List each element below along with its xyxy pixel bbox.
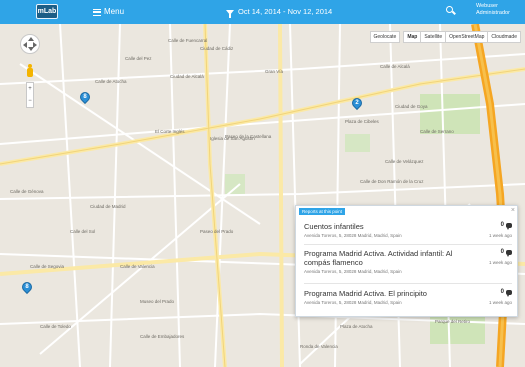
search-button[interactable] (446, 6, 456, 16)
report-marker[interactable]: 8 (77, 89, 93, 106)
comment-count: 0 (501, 222, 512, 230)
street-label: Plaza de Cibeles (345, 119, 379, 124)
report-title[interactable]: Programa Madrid Activa. Actividad infant… (304, 249, 474, 267)
pan-right-icon[interactable] (33, 42, 37, 48)
street-label: Paseo del Prado (200, 229, 234, 234)
report-item[interactable]: Programa Madrid Activa. Actividad infant… (304, 249, 512, 275)
report-title[interactable]: Programa Madrid Activa. El principito (304, 289, 474, 298)
street-label: Calle de Velázquez (385, 159, 424, 164)
report-marker[interactable]: 2 (349, 95, 365, 112)
comment-icon (506, 289, 512, 297)
street-label: Calle de Génova (10, 189, 44, 194)
street-label: Ciudad de Madrid (90, 204, 126, 209)
report-address: Avenida Toreros, 5, 28028 Madrid, Madrid… (304, 300, 402, 305)
street-label: Museo del Prado (140, 299, 175, 304)
report-item[interactable]: Cuentos infantiles 0 Avenida Toreros, 5,… (304, 222, 512, 239)
map-type-satellite[interactable]: Satellite (420, 31, 447, 43)
report-time: 1 week ago (488, 260, 512, 265)
street-label: Calle de Don Ramón de la Cruz (360, 179, 424, 184)
report-marker[interactable]: 8 (19, 279, 35, 296)
street-label: Parque del Retiro (435, 319, 471, 324)
user-menu[interactable]: Webuser Administrador (476, 3, 522, 17)
report-item[interactable]: Programa Madrid Activa. El principito 0 … (304, 289, 512, 306)
popup-tag: Reports at this point (299, 208, 346, 215)
date-range-text: Oct 14, 2014 - Nov 12, 2014 (238, 7, 333, 16)
filter-icon (226, 9, 234, 18)
street-label: Ronda de Valencia (300, 344, 338, 349)
report-address: Avenida Toreros, 5, 28028 Madrid, Madrid… (304, 269, 402, 274)
street-label: Ciudad de Cádiz (200, 46, 234, 51)
geolocate-button[interactable]: Geolocate (369, 31, 401, 43)
map-type-cloudmade[interactable]: Cloudmade (487, 31, 521, 43)
user-role: Administrador (476, 10, 510, 16)
app-logo[interactable]: mLab (36, 4, 58, 19)
date-filter[interactable]: Oct 14, 2014 - Nov 12, 2014 (226, 5, 332, 19)
pan-control[interactable] (20, 34, 40, 54)
popup-header: Reports at this point × (296, 206, 519, 216)
map-type-control: Geolocate Map Satellite OpenStreetMap Cl… (369, 31, 521, 43)
street-label: Plaza de Atocha (340, 324, 373, 329)
map-type-openstreetmap[interactable]: OpenStreetMap (445, 31, 489, 43)
comment-icon (506, 222, 512, 230)
street-label: Calle del Pez (125, 56, 152, 61)
street-label: Calle de Embajadores (140, 334, 185, 339)
user-name: Webuser (476, 3, 498, 9)
street-label: Calle de Alcalá (380, 64, 410, 69)
report-title[interactable]: Cuentos infantiles (304, 222, 474, 231)
street-label: Ciudad de Goya (395, 104, 428, 109)
comment-icon (506, 249, 512, 257)
map-type-map[interactable]: Map (403, 31, 422, 43)
street-view-pegman-icon[interactable] (26, 64, 34, 80)
pan-left-icon[interactable] (23, 42, 27, 48)
report-address: Avenida Toreros, 5, 28028 Madrid, Madrid… (304, 233, 402, 238)
hamburger-icon (93, 8, 101, 16)
comment-count: 0 (501, 249, 512, 257)
menu-button[interactable]: Menu (93, 5, 124, 19)
report-time: 1 week ago (488, 300, 512, 305)
zoom-control: + − (26, 82, 34, 108)
street-label: Gran Vía (265, 69, 284, 74)
map-canvas[interactable]: Calle de Fuencarral Ciudad de Cádiz Call… (0, 24, 525, 367)
close-icon[interactable]: × (511, 207, 515, 215)
zoom-out-button[interactable]: − (27, 95, 33, 107)
street-label: Calle de Valencia (120, 264, 155, 269)
street-label: Ciudad de Alcalá (170, 74, 204, 79)
comment-count: 0 (501, 289, 512, 297)
street-label: Calle de Fuencarral (168, 38, 208, 43)
street-label: Calle de Atocha (95, 79, 127, 84)
top-navbar: mLab Menu Oct 14, 2014 - Nov 12, 2014 We… (0, 0, 525, 24)
report-time: 1 week ago (488, 233, 512, 238)
street-label: Calle de Serrano (420, 129, 454, 134)
pan-up-icon[interactable] (28, 37, 34, 41)
street-label: Iglesia de San Agustín (210, 136, 255, 141)
reports-popup: Reports at this point × Cuentos infantil… (295, 205, 518, 317)
street-label: Calle de Toledo (40, 324, 71, 329)
street-label: Calle del Sol (70, 229, 96, 234)
street-label: El Corte Inglés (155, 129, 185, 134)
zoom-in-button[interactable]: + (27, 83, 33, 95)
street-label: Calle de Segovia (30, 264, 65, 269)
menu-label: Menu (104, 7, 125, 16)
